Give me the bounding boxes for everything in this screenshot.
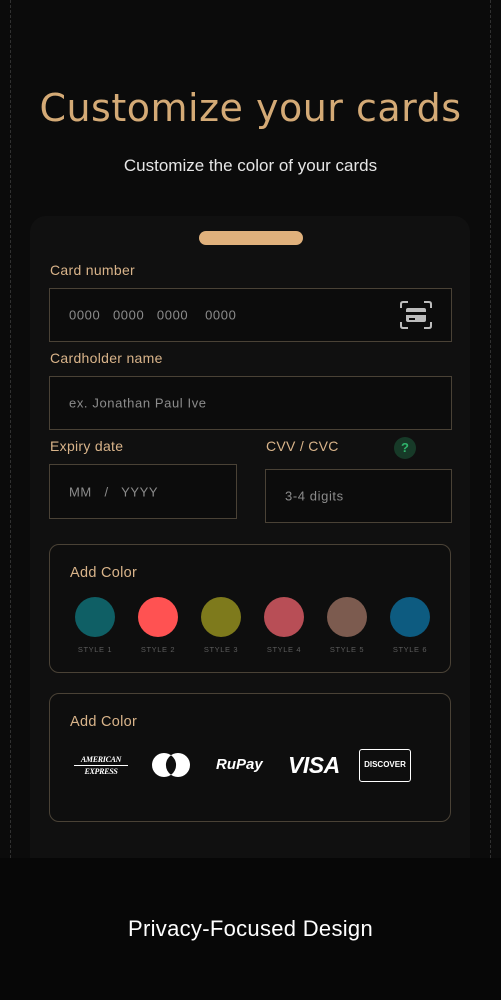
card-number-field[interactable]: 0000 0000 0000 0000 <box>49 288 452 342</box>
visa-logo[interactable]: VISA <box>288 752 340 779</box>
amex-line1: AMERICAN <box>80 755 122 764</box>
color-swatch-label: STYLE 1 <box>77 645 113 654</box>
color-swatch-option[interactable]: STYLE 2 <box>133 597 183 654</box>
mastercard-logo[interactable] <box>150 750 192 780</box>
expiry-field[interactable]: MM / YYYY <box>49 464 237 519</box>
color-swatch-option[interactable]: STYLE 3 <box>196 597 246 654</box>
color-swatch-option[interactable]: STYLE 1 <box>70 597 120 654</box>
color-swatch-option[interactable]: STYLE 4 <box>259 597 309 654</box>
color-swatch[interactable] <box>138 597 178 637</box>
color-swatch-label: STYLE 3 <box>203 645 239 654</box>
color-swatch-label: STYLE 4 <box>266 645 302 654</box>
card-scan-icon[interactable] <box>399 300 433 330</box>
color-swatch-label: STYLE 2 <box>140 645 176 654</box>
expiry-placeholder: MM / YYYY <box>69 484 159 499</box>
page-title: Customize your cards <box>39 86 462 130</box>
card-brands-title: Add Color <box>70 714 138 730</box>
amex-line2: EXPRESS <box>84 767 118 776</box>
cvv-placeholder: 3-4 digits <box>285 488 344 504</box>
page-subtitle: Customize the color of your cards <box>123 156 378 175</box>
expiry-label: Expiry date <box>50 438 124 454</box>
footer-caption: Privacy-Focused Design <box>127 916 374 941</box>
color-swatch[interactable] <box>201 597 241 637</box>
discover-logo[interactable]: DISCOVER <box>359 749 411 782</box>
cardholder-placeholder: ex. Jonathan Paul Ive <box>69 395 207 411</box>
color-picker-title: Add Color <box>70 565 138 581</box>
cvv-field[interactable]: 3-4 digits <box>265 469 452 523</box>
color-swatch-label: STYLE 6 <box>392 645 428 654</box>
color-swatch[interactable] <box>264 597 304 637</box>
color-picker-box: Add Color STYLE 1 STYLE 2 STYLE 3 STYLE 4 ST… <box>49 544 451 673</box>
cvv-label: CVV / CVC <box>266 438 339 454</box>
amex-logo[interactable]: AMERICAN EXPRESS <box>74 755 128 776</box>
card-brands-box: Add Color AMERICAN EXPRESS RuPay VISA DI… <box>49 693 451 822</box>
help-icon[interactable]: ? <box>394 437 416 459</box>
color-swatch-option[interactable]: STYLE 5 <box>322 597 372 654</box>
color-swatch-option[interactable]: STYLE 6 <box>385 597 435 654</box>
cardholder-field[interactable]: ex. Jonathan Paul Ive <box>49 376 452 430</box>
color-swatch[interactable] <box>390 597 430 637</box>
drag-handle[interactable] <box>199 231 303 245</box>
card-number-label: Card number <box>50 262 136 278</box>
color-swatch[interactable] <box>327 597 367 637</box>
amex-divider <box>74 765 128 766</box>
color-swatch-label: STYLE 5 <box>329 645 365 654</box>
cardholder-label: Cardholder name <box>50 350 163 366</box>
color-swatch[interactable] <box>75 597 115 637</box>
rupay-logo[interactable]: RuPay <box>216 756 263 773</box>
card-number-placeholder: 0000 0000 0000 0000 <box>69 307 237 323</box>
